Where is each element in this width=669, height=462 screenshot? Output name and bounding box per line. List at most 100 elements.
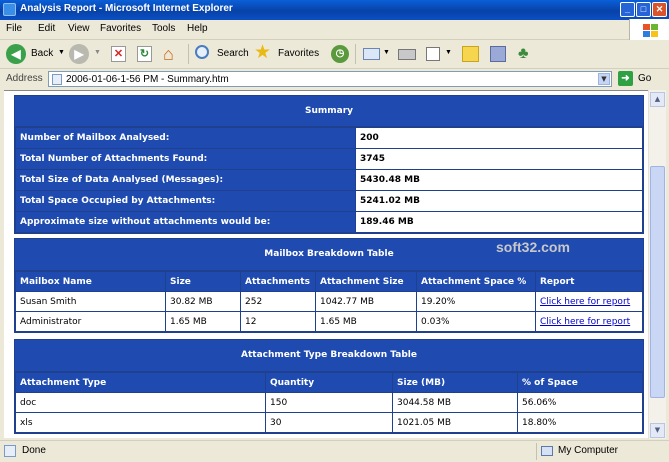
refresh-button[interactable]: ↻ [136,43,154,65]
summary-row: Approximate size without attachments wou… [15,211,643,233]
stop-button[interactable]: ✕ [110,43,128,65]
summary-row: Total Number of Attachments Found: 3745 [15,148,643,170]
column-header: Attachment Size [315,271,417,292]
summary-value: 5430.48 MB [355,169,643,191]
attachment-space: 18.80% [517,412,643,433]
research-button[interactable] [488,43,510,65]
edit-button[interactable]: ▼ [424,43,454,65]
summary-value: 200 [355,127,643,149]
history-icon: ◷ [331,45,349,63]
vertical-scrollbar[interactable]: ▲ ▼ [648,90,666,439]
edit-icon [426,47,440,61]
menu-help[interactable]: Help [187,23,208,34]
mailbox-size: 30.82 MB [165,291,241,312]
menu-favorites[interactable]: Favorites [100,23,141,34]
stop-icon: ✕ [111,46,126,62]
separator [355,44,356,64]
go-arrow-icon: ➜ [618,71,633,86]
home-icon: ⌂ [163,44,174,64]
back-arrow-icon: ◀ [6,44,26,64]
column-header: Quantity [265,372,393,393]
edit-dropdown-icon[interactable]: ▼ [445,49,452,56]
column-header: % of Space [517,372,643,393]
ie-icon [3,3,16,16]
column-header: Attachment Space % [416,271,536,292]
address-input[interactable]: 2006-01-06-1-56 PM - Summary.htm ▼ [48,71,612,87]
star-icon: ★ [254,42,272,63]
watermark: soft32.com [496,239,570,255]
summary-title: Summary [15,96,643,127]
summary-value: 3745 [355,148,643,170]
table-row: Administrator 1.65 MB 12 1.65 MB 0.03% C… [15,311,643,332]
summary-table: Summary Number of Mailbox Analysed: 200 T… [14,95,644,234]
scroll-thumb[interactable] [650,166,665,398]
back-label: Back [31,48,54,59]
mailbox-header-row: Mailbox Name Size Attachments Attachment… [15,271,643,292]
report-link[interactable]: Click here for report [540,317,630,327]
title-bar: Analysis Report - Microsoft Internet Exp… [0,0,669,20]
separator [536,443,537,460]
print-button[interactable] [396,43,418,65]
column-header: Attachment Type [15,372,266,393]
home-button[interactable]: ⌂ [162,43,184,65]
search-icon [195,45,209,59]
refresh-icon: ↻ [137,46,152,62]
discuss-button[interactable] [460,43,482,65]
computer-icon [541,446,553,456]
report-link[interactable]: Click here for report [540,297,630,307]
page-content[interactable]: Summary Number of Mailbox Analysed: 200 T… [4,90,648,438]
windows-logo-icon [629,19,669,41]
column-header: Report [535,271,643,292]
attachment-quantity: 150 [265,392,393,413]
forward-dropdown-icon[interactable]: ▼ [94,49,101,56]
address-dropdown-icon[interactable]: ▼ [598,73,610,85]
attachment-type-breakdown-table: Attachment Type Breakdown Table Attachme… [14,339,644,434]
column-header: Attachments [240,271,316,292]
menu-view[interactable]: View [68,23,90,34]
address-label: Address [6,73,43,84]
table-row: Susan Smith 30.82 MB 252 1042.77 MB 19.2… [15,291,643,312]
menu-bar: File Edit View Favorites Tools Help [0,20,669,40]
history-button[interactable]: ◷ [330,43,350,65]
mailbox-size: 1.65 MB [165,311,241,332]
page-done-icon [4,445,16,457]
forward-button[interactable]: ▶ ▼ [68,43,104,65]
search-label: Search [217,48,249,59]
zone-text: My Computer [558,445,619,456]
mail-dropdown-icon[interactable]: ▼ [383,49,390,56]
scroll-up-icon[interactable]: ▲ [650,92,665,107]
scroll-down-icon[interactable]: ▼ [650,423,665,438]
attachment-header-row: Attachment Type Quantity Size (MB) % of … [15,372,643,393]
messenger-button[interactable]: ♣ [516,43,538,65]
go-label: Go [638,73,652,84]
mailbox-attachment-size: 1.65 MB [315,311,417,332]
attachment-type: doc [15,392,266,413]
back-dropdown-icon[interactable]: ▼ [58,49,65,56]
back-button[interactable]: ◀ Back ▼ [4,43,66,65]
column-header: Size [165,271,241,292]
menu-edit[interactable]: Edit [38,23,55,34]
favorites-button[interactable]: ★ Favorites [254,42,324,65]
column-header: Size (MB) [392,372,518,393]
print-icon [398,49,416,60]
address-value: 2006-01-06-1-56 PM - Summary.htm [66,74,229,85]
attachment-space: 56.06% [517,392,643,413]
menu-file[interactable]: File [6,23,22,34]
menu-tools[interactable]: Tools [152,23,175,34]
attachment-type: xls [15,412,266,433]
close-button[interactable]: ✕ [652,2,667,17]
mail-button[interactable]: ▼ [362,43,392,65]
summary-row: Number of Mailbox Analysed: 200 [15,127,643,149]
summary-value: 189.46 MB [355,211,643,233]
mailbox-attachments: 252 [240,291,316,312]
summary-label: Total Number of Attachments Found: [15,148,356,170]
search-button[interactable]: Search [193,43,249,65]
favorites-label: Favorites [278,48,320,59]
attachment-quantity: 30 [265,412,393,433]
attachment-size: 1021.05 MB [392,412,518,433]
maximize-button[interactable]: □ [636,2,651,17]
window-title: Analysis Report - Microsoft Internet Exp… [20,3,233,14]
minimize-button[interactable]: _ [620,2,635,17]
mailbox-attachments: 12 [240,311,316,332]
summary-label: Number of Mailbox Analysed: [15,127,356,149]
